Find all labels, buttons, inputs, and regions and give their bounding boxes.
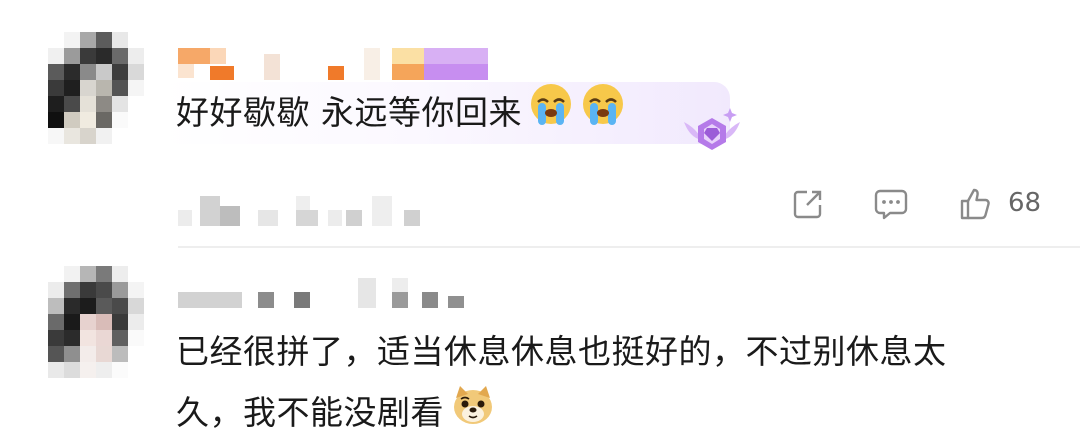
avatar[interactable] — [48, 266, 144, 378]
share-icon — [793, 190, 822, 219]
avatar[interactable] — [48, 32, 144, 144]
comment-content: 已经很拼了，适当休息休息也挺好的，不过别休息太 久，我不能没剧看 — [176, 322, 1056, 447]
comment-text-line: 已经很拼了，适当休息休息也挺好的，不过别休息太 — [176, 332, 947, 371]
comment-text-line: 久，我不能没剧看 — [176, 393, 444, 432]
username-redacted[interactable] — [178, 48, 498, 84]
like-button[interactable] — [956, 186, 994, 222]
username-redacted[interactable] — [178, 278, 478, 312]
reply-bubble-icon — [874, 189, 908, 220]
loudly-crying-face-icon — [528, 82, 574, 147]
comment-divider — [178, 246, 1080, 248]
purple-crown-gem-badge-icon — [680, 104, 744, 156]
thumbs-up-icon — [960, 188, 990, 220]
comment-content: 好好歇歇 永远等你回来 — [176, 82, 626, 147]
loudly-crying-face-icon — [580, 82, 626, 147]
comment-text: 好好歇歇 永远等你回来 — [176, 93, 522, 132]
comment-text-line-wrap: 久，我不能没剧看 — [176, 382, 1056, 447]
share-button[interactable] — [790, 186, 826, 222]
reply-button[interactable] — [872, 186, 910, 222]
doge-icon — [450, 382, 496, 447]
like-count: 68 — [1008, 188, 1042, 218]
comment-meta-redacted — [178, 196, 458, 230]
